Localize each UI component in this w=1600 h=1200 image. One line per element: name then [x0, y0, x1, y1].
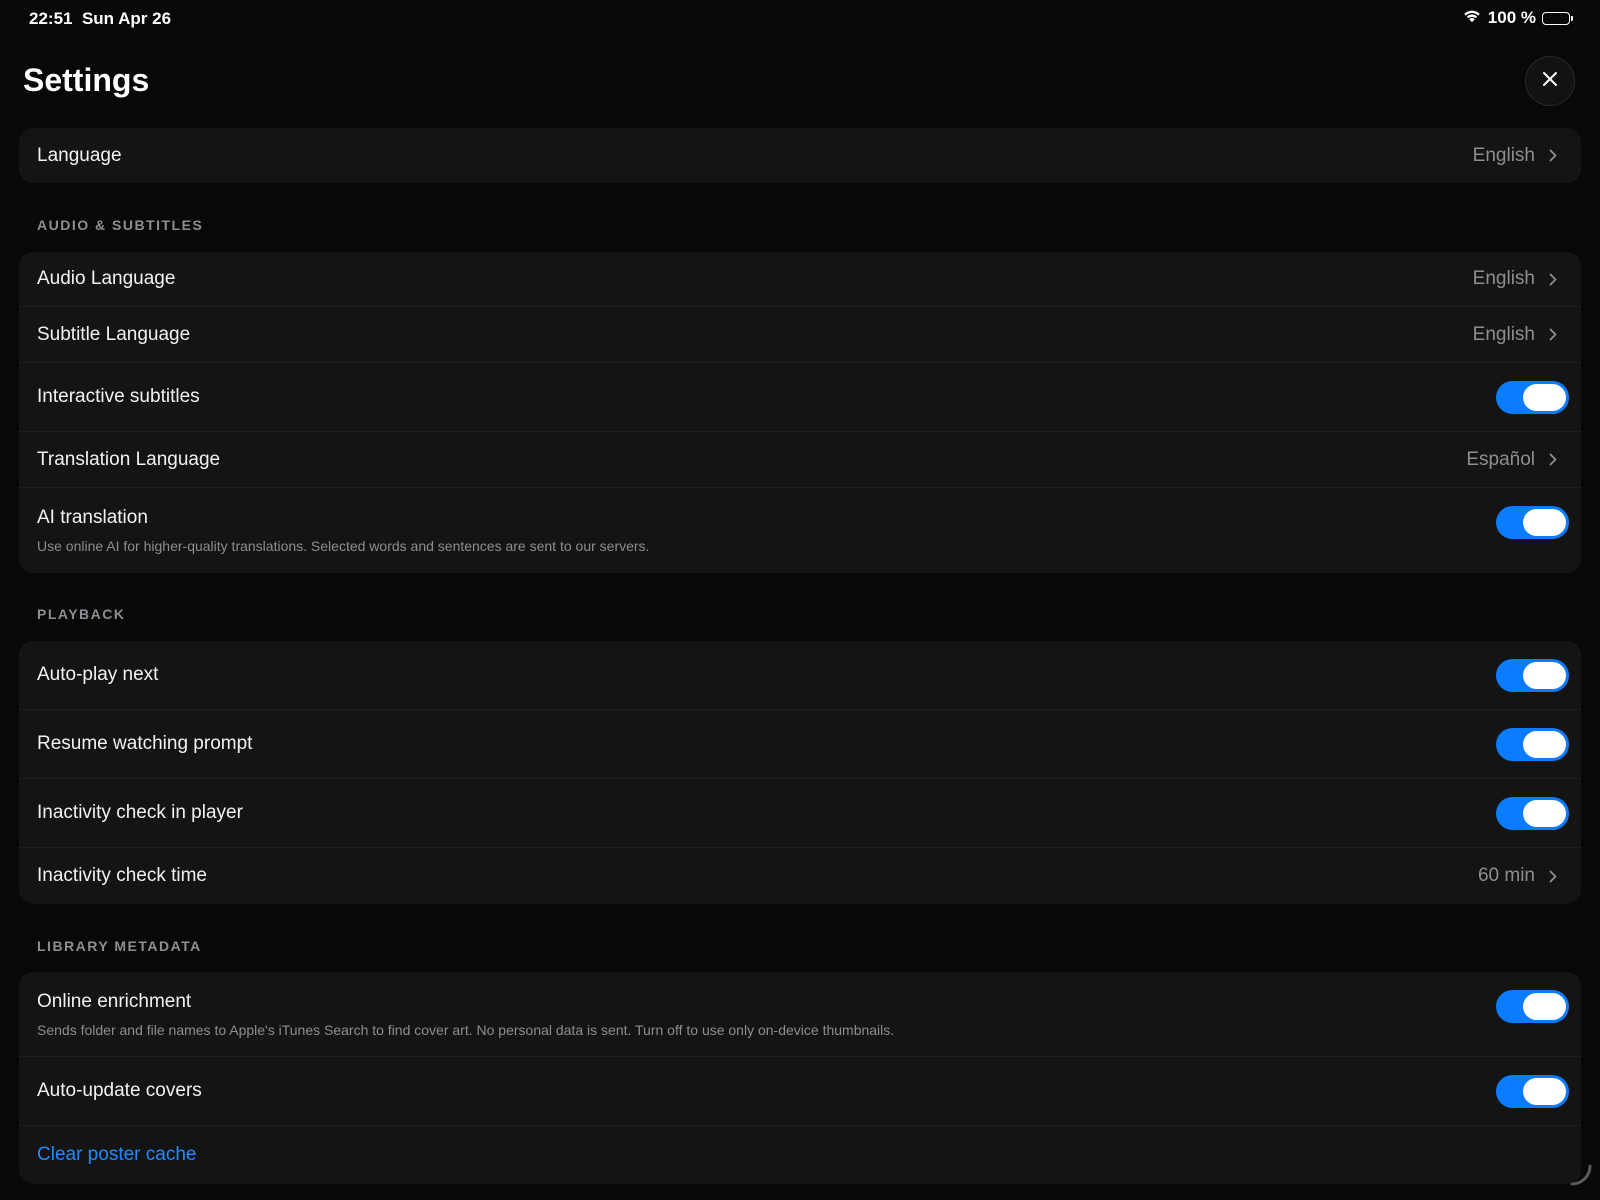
ai-translation-description: Use online AI for higher-quality transla… — [37, 538, 650, 554]
auto-play-next-toggle[interactable] — [1496, 658, 1569, 692]
chevron-right-icon — [1549, 273, 1557, 286]
row-translation-language[interactable]: Translation Language Español — [19, 432, 1581, 488]
close-icon — [1542, 71, 1558, 92]
toggle-knob — [1523, 730, 1566, 758]
translation-language-value-button[interactable]: Español — [1466, 449, 1557, 471]
subtitle-language-label: Subtitle Language — [37, 323, 191, 345]
translation-language-value: Español — [1466, 448, 1535, 470]
status-indicators: 100 % — [1462, 8, 1573, 28]
resume-watching-prompt-toggle[interactable] — [1496, 727, 1569, 761]
audio-language-value-button[interactable]: English — [1473, 268, 1557, 290]
row-inactivity-check-time[interactable]: Inactivity check time 60 min — [19, 848, 1581, 904]
toggle-knob — [1523, 383, 1566, 411]
chevron-right-icon — [1549, 453, 1557, 466]
inactivity-check-label: Inactivity check in player — [37, 802, 243, 823]
inactivity-check-time-label: Inactivity check time — [37, 865, 207, 886]
section-header-library-metadata: LIBRARY METADATA — [37, 938, 202, 954]
row-audio-language[interactable]: Audio Language English — [19, 252, 1581, 307]
toggle-knob — [1523, 993, 1566, 1020]
row-auto-play-next: Auto-play next — [19, 641, 1581, 710]
chevron-right-icon — [1549, 328, 1557, 341]
clear-poster-cache-button[interactable]: Clear poster cache — [37, 1144, 196, 1166]
general-card: Language English — [19, 128, 1581, 183]
row-interactive-subtitles: Interactive subtitles — [19, 363, 1581, 432]
inactivity-check-time-value-button[interactable]: 60 min — [1478, 865, 1557, 887]
audio-language-value: English — [1472, 268, 1535, 289]
status-clock: 22:51 — [29, 9, 73, 28]
corner-handle-icon — [1566, 1162, 1596, 1197]
library-metadata-card: Online enrichment Sends folder and file … — [19, 972, 1581, 1184]
audio-language-label: Audio Language — [37, 268, 176, 289]
row-clear-poster-cache[interactable]: Clear poster cache — [19, 1126, 1581, 1184]
wifi-icon — [1462, 8, 1482, 28]
row-subtitle-language[interactable]: Subtitle Language English — [19, 307, 1581, 363]
audio-subtitles-card: Audio Language English Subtitle Language… — [19, 252, 1581, 573]
row-ai-translation: AI translation Use online AI for higher-… — [19, 488, 1581, 573]
online-enrichment-description: Sends folder and file names to Apple's i… — [37, 1021, 895, 1038]
online-enrichment-toggle[interactable] — [1496, 990, 1569, 1023]
section-header-playback: PLAYBACK — [37, 606, 126, 622]
toggle-knob — [1523, 661, 1566, 689]
status-date: Sun Apr 26 — [81, 9, 172, 28]
online-enrichment-text: Online enrichment Sends folder and file … — [37, 991, 894, 1038]
close-button[interactable] — [1525, 56, 1575, 106]
row-online-enrichment: Online enrichment Sends folder and file … — [19, 972, 1581, 1057]
section-header-audio-subtitles: AUDIO & SUBTITLES — [37, 217, 204, 233]
interactive-subtitles-toggle[interactable] — [1496, 380, 1569, 414]
status-bar: 22:51 Sun Apr 26 100 % — [0, 0, 1600, 40]
interactive-subtitles-label: Interactive subtitles — [37, 386, 200, 407]
language-value: English — [1472, 144, 1535, 166]
page-title: Settings — [23, 62, 150, 98]
translation-language-label: Translation Language — [37, 448, 221, 470]
inactivity-check-toggle[interactable] — [1496, 796, 1569, 830]
toggle-knob — [1523, 509, 1566, 536]
inactivity-check-time-value: 60 min — [1477, 865, 1535, 886]
status-time: 22:51 Sun Apr 26 — [29, 9, 171, 29]
auto-play-next-label: Auto-play next — [37, 664, 159, 685]
subtitle-language-value: English — [1472, 323, 1535, 345]
resume-watching-prompt-label: Resume watching prompt — [37, 733, 253, 754]
auto-update-covers-toggle[interactable] — [1496, 1074, 1569, 1108]
row-inactivity-check: Inactivity check in player — [19, 779, 1581, 848]
row-language[interactable]: Language English — [19, 128, 1581, 183]
ai-translation-text: AI translation Use online AI for higher-… — [37, 507, 649, 554]
battery-icon — [1542, 11, 1573, 25]
playback-card: Auto-play next Resume watching prompt In… — [19, 641, 1581, 904]
ai-translation-toggle[interactable] — [1496, 506, 1569, 539]
toggle-knob — [1523, 1077, 1566, 1105]
chevron-right-icon — [1549, 149, 1557, 162]
language-value-button[interactable]: English — [1473, 145, 1557, 167]
language-label: Language — [37, 144, 122, 166]
online-enrichment-label: Online enrichment — [37, 990, 192, 1012]
toggle-knob — [1523, 799, 1566, 827]
row-resume-watching-prompt: Resume watching prompt — [19, 710, 1581, 779]
auto-update-covers-label: Auto-update covers — [37, 1080, 202, 1101]
ai-translation-label: AI translation — [37, 507, 148, 528]
chevron-right-icon — [1549, 870, 1557, 883]
subtitle-language-value-button[interactable]: English — [1473, 324, 1557, 346]
row-auto-update-covers: Auto-update covers — [19, 1057, 1581, 1126]
battery-percentage: 100 % — [1487, 8, 1536, 27]
